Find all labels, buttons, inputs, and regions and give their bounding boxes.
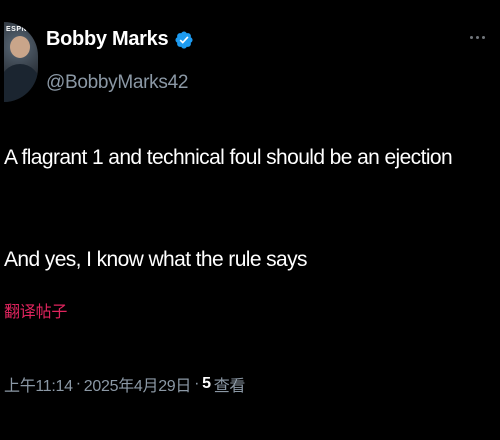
tweet-time[interactable]: 上午11:14 bbox=[4, 372, 73, 396]
author-avatar[interactable]: ESPN bbox=[4, 22, 38, 102]
more-dot bbox=[476, 36, 479, 39]
avatar-face bbox=[10, 36, 30, 58]
more-dot bbox=[482, 36, 485, 39]
views-label: 查看 bbox=[213, 378, 246, 395]
tweet-meta: 上午11:14 · 2025年4月29日 · 5 查看 bbox=[4, 372, 245, 396]
verified-badge-icon[interactable] bbox=[174, 30, 194, 50]
tweet-text-line-1: A flagrant 1 and technical foul should b… bbox=[4, 146, 453, 169]
avatar-logo: ESPN bbox=[6, 26, 28, 33]
meta-separator: · bbox=[194, 375, 200, 392]
translate-post-link[interactable]: 翻译帖子 bbox=[4, 298, 67, 322]
avatar-shirt bbox=[4, 64, 38, 102]
tweet-date[interactable]: 2025年4月29日 bbox=[84, 372, 192, 396]
author-name-row: Bobby Marks bbox=[46, 28, 194, 51]
views-count[interactable]: 5 bbox=[202, 375, 211, 393]
meta-separator: · bbox=[75, 375, 81, 392]
tweet-text-line-2: And yes, I know what the rule says bbox=[4, 248, 308, 271]
author-handle[interactable]: @BobbyMarks42 bbox=[46, 72, 188, 94]
tweet-card: ESPN Bobby Marks @BobbyMarks42 A flagran… bbox=[0, 0, 500, 440]
author-display-name[interactable]: Bobby Marks bbox=[46, 28, 169, 51]
more-options-icon[interactable] bbox=[470, 36, 485, 39]
more-dot bbox=[470, 36, 473, 39]
